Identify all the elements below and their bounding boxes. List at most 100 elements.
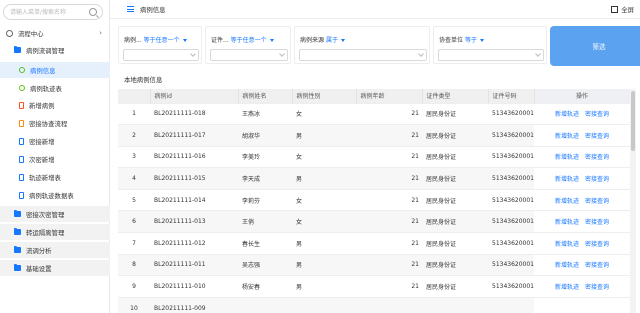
filter-operator[interactable]: 属于: [326, 37, 338, 44]
col-header-name[interactable]: 病例姓名: [238, 89, 293, 104]
sidebar-item[interactable]: 病例轨迹数据表: [0, 187, 110, 203]
table-row[interactable]: 4BL20211111-015李天成男21居民身份证5134362000101新…: [118, 167, 630, 190]
doc-icon: [19, 173, 24, 181]
col-header-case-id[interactable]: 病例id: [150, 89, 239, 104]
cell-age: 21: [356, 189, 422, 212]
cell-gender: [292, 297, 356, 313]
sidebar-item-label: 密接协查流程: [29, 119, 68, 128]
sidebar-item[interactable]: 基础设置: [0, 260, 110, 276]
chevron-down-icon: [418, 51, 424, 57]
contact-query-link[interactable]: 密接查询: [585, 262, 609, 269]
add-track-link[interactable]: 新增轨迹: [555, 219, 579, 226]
filter-select[interactable]: [299, 49, 427, 61]
add-track-link[interactable]: 新增轨迹: [555, 262, 579, 269]
col-header-gender[interactable]: 病例性别: [292, 89, 357, 104]
sidebar-item[interactable]: 转运隔离管理: [0, 224, 110, 240]
contact-query-link[interactable]: 密接查询: [585, 133, 609, 140]
cell-age: 21: [356, 124, 422, 147]
cell-gender: 女: [292, 189, 356, 212]
filter-select[interactable]: [438, 49, 544, 61]
sidebar-item[interactable]: 密接次密管理: [0, 206, 110, 222]
cell-gender: 男: [292, 167, 356, 190]
filter-operator[interactable]: 等于任意一个: [231, 37, 267, 44]
sidebar-item-label: 新增病例: [29, 101, 55, 110]
contact-query-link[interactable]: 密接查询: [585, 154, 609, 161]
table-row[interactable]: 3BL20211111-016李美玲女21居民身份证5134362000101新…: [118, 146, 630, 169]
cell-actions: 新增轨迹 密接查询: [534, 167, 630, 190]
menu-search-input[interactable]: [10, 6, 88, 18]
menu-search-box[interactable]: [3, 4, 103, 20]
cell-cert-no: 5134362000101: [488, 254, 534, 277]
cell-cert-type: 居民身份证: [422, 189, 488, 212]
cell-index: 3: [118, 146, 150, 169]
folder-icon: [14, 264, 21, 271]
table-scrollbar[interactable]: [630, 89, 636, 313]
filter-button[interactable]: 筛选: [550, 26, 640, 66]
sidebar-item[interactable]: 次密新增: [0, 151, 110, 167]
caret-down-icon[interactable]: [479, 39, 484, 42]
cell-name: 春长生: [238, 232, 292, 255]
add-track-link[interactable]: 新增轨迹: [555, 176, 579, 183]
add-track-link[interactable]: 新增轨迹: [555, 154, 579, 161]
sidebar-item[interactable]: 密接协查流程: [0, 115, 110, 131]
sidebar-item-label: 基础设置: [26, 264, 52, 273]
sidebar-item[interactable]: 病例信息: [0, 62, 110, 78]
contact-query-link[interactable]: 密接查询: [585, 241, 609, 248]
cell-cert-type: 居民身份证: [422, 167, 488, 190]
filter-select[interactable]: [123, 49, 199, 61]
cell-cert-no: 5134362000101: [488, 146, 534, 169]
filter-select[interactable]: [210, 49, 288, 61]
caret-down-icon[interactable]: [269, 39, 274, 42]
table-row[interactable]: 1BL20211111-018王燕冰女21居民身份证5134362000101新…: [118, 103, 630, 126]
search-icon[interactable]: [89, 8, 97, 16]
table-row[interactable]: 7BL20211111-012春长生男21居民身份证5134362000101新…: [118, 232, 630, 255]
filter-operator[interactable]: 等于任意一个: [144, 37, 180, 44]
contact-query-link[interactable]: 密接查询: [585, 111, 609, 118]
add-track-link[interactable]: 新增轨迹: [555, 241, 579, 248]
filter-operator[interactable]: 等于: [465, 37, 477, 44]
col-header-cert-type[interactable]: 证件类型: [422, 89, 489, 104]
caret-down-icon[interactable]: [182, 39, 187, 42]
contact-query-link[interactable]: 密接查询: [585, 198, 609, 205]
sidebar-item[interactable]: 病例流调管理: [0, 42, 110, 58]
contact-query-link[interactable]: 密接查询: [585, 176, 609, 183]
table-row[interactable]: 2BL20211111-017胡淑华男21居民身份证5134362000101新…: [118, 124, 630, 147]
sidebar-item[interactable]: 流程中心 ›: [0, 25, 110, 41]
scrollbar-thumb[interactable]: [631, 91, 635, 151]
cell-actions: 新增轨迹 密接查询: [534, 254, 630, 277]
add-track-link[interactable]: 新增轨迹: [555, 284, 579, 291]
col-header-cert-no[interactable]: 证件号码: [488, 89, 535, 104]
folder-icon: [14, 210, 21, 217]
table-row[interactable]: 9BL20211111-010杨安春男21居民身份证5134362000101新…: [118, 275, 630, 298]
cell-actions: 新增轨迹 密接查询: [534, 275, 630, 298]
table-row[interactable]: 10 BL20211111-009: [118, 297, 630, 313]
chevron-right-icon[interactable]: ›: [99, 29, 102, 37]
sidebar-item-label: 密接新增: [29, 137, 55, 146]
col-header-age[interactable]: 病例年龄: [356, 89, 423, 104]
sidebar-item[interactable]: 流调分析: [0, 242, 110, 258]
col-header-index: [118, 89, 151, 104]
add-track-link[interactable]: 新增轨迹: [555, 133, 579, 140]
table-row[interactable]: 6BL20211111-013王俏女21居民身份证5134362000101新增…: [118, 210, 630, 234]
add-track-link[interactable]: 新增轨迹: [555, 111, 579, 118]
cell-index: 10: [118, 297, 150, 313]
cell-index: 5: [118, 189, 150, 212]
cell-age: [356, 297, 422, 313]
sidebar-item[interactable]: 轨迹新增表: [0, 169, 110, 185]
cell-cert-type: 居民身份证: [422, 210, 488, 234]
add-track-link[interactable]: 新增轨迹: [555, 198, 579, 205]
cell-cert-type: 居民身份证: [422, 124, 488, 147]
sidebar-item[interactable]: 病例轨迹表: [0, 80, 110, 96]
menu-toggle-icon[interactable]: [127, 6, 134, 12]
contact-query-link[interactable]: 密接查询: [585, 284, 609, 291]
sidebar-item[interactable]: 新增病例: [0, 97, 110, 113]
sidebar-item-label: 病例轨迹数据表: [29, 191, 74, 200]
sidebar-item-label: 病例轨迹表: [30, 84, 62, 93]
sidebar-item[interactable]: 密接新增: [0, 133, 110, 149]
fullscreen-button[interactable]: 全屏: [611, 5, 634, 14]
caret-down-icon[interactable]: [340, 39, 345, 42]
contact-query-link[interactable]: 密接查询: [585, 219, 609, 226]
table-row[interactable]: 5BL20211111-014李莉芬女21居民身份证5134362000101新…: [118, 189, 630, 212]
table-row[interactable]: 8BL20211111-011吴志强男21居民身份证5134362000101新…: [118, 254, 630, 277]
cell-cert-no: 5134362000101: [488, 167, 534, 190]
